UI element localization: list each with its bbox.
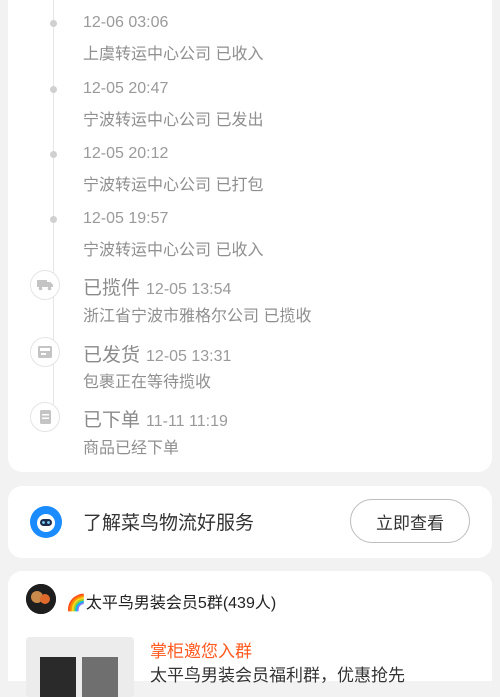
group-thumbnail [26, 637, 134, 697]
event-status: 已揽件 [83, 278, 141, 299]
package-icon [30, 337, 60, 367]
event-header: 已发货 12-05 13:31 [83, 340, 231, 367]
document-icon [30, 402, 60, 432]
event-time: 12-05 13:31 [146, 348, 232, 365]
event-description: 商品已经下单 [83, 440, 180, 457]
event-description: 宁波转运中心公司 已发出 [83, 112, 264, 129]
event-time: 12-05 13:54 [146, 281, 232, 298]
cainiao-service-card: 了解菜鸟物流好服务 立即查看 [8, 486, 492, 558]
event-time: 11-11 11:19 [146, 413, 228, 430]
view-now-button[interactable]: 立即查看 [350, 499, 470, 543]
cainiao-logo-icon [30, 506, 62, 538]
group-title: 🌈太平鸟男装会员5群(439人) [66, 595, 277, 612]
member-group-card[interactable]: 🌈太平鸟男装会员5群(439人) 掌柜邀您入群 太平鸟男装会员福利群，优惠抢先 [8, 571, 492, 697]
truck-icon [30, 270, 60, 300]
event-status: 已下单 [83, 410, 141, 431]
event-header: 已揽件 12-05 13:54 [83, 273, 231, 300]
group-avatar [26, 584, 56, 614]
event-description: 宁波转运中心公司 已收入 [83, 242, 264, 259]
service-promo-text: 了解菜鸟物流好服务 [83, 513, 255, 534]
timeline-dot [50, 151, 57, 158]
event-description: 浙江省宁波市雅格尔公司 已揽收 [83, 308, 312, 325]
tracking-timeline-card: 12-06 03:06 上虞转运中心公司 已收入 12-05 20:47 宁波转… [8, 0, 492, 472]
event-time: 12-05 19:57 [83, 210, 169, 227]
timeline-dot [50, 20, 57, 27]
invite-title: 掌柜邀您入群 [150, 642, 252, 661]
invite-subtitle: 太平鸟男装会员福利群，优惠抢先 [150, 666, 405, 685]
timeline-dot [50, 86, 57, 93]
event-time: 12-06 03:06 [83, 14, 169, 31]
event-time: 12-05 20:12 [83, 145, 169, 162]
event-description: 上虞转运中心公司 已收入 [83, 46, 264, 63]
event-description: 包裹正在等待揽收 [83, 374, 212, 391]
timeline-dot [50, 216, 57, 223]
event-description: 宁波转运中心公司 已打包 [83, 177, 264, 194]
event-time: 12-05 20:47 [83, 80, 169, 97]
event-header: 已下单 11-11 11:19 [83, 405, 228, 432]
event-status: 已发货 [83, 345, 141, 366]
